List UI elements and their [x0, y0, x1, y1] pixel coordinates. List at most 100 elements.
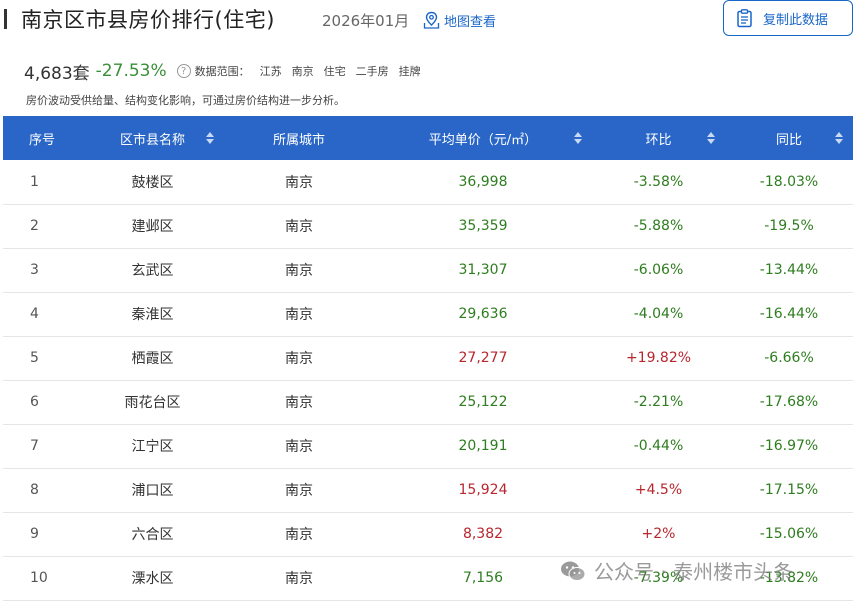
cell-city: 南京 [285, 571, 313, 587]
cell-yoy: -17.68% [759, 394, 819, 410]
scope-label: 数据范围： [194, 65, 250, 78]
cell-mom: +2% [641, 526, 676, 542]
cell-city: 南京 [285, 527, 313, 543]
cell-district: 浦口区 [131, 483, 174, 499]
map-pin-icon [423, 11, 440, 29]
table-row[interactable]: 6 雨花台区 南京 25,122 -2.21% -17.68% [3, 380, 853, 424]
table-row[interactable]: 5 栖霞区 南京 27,277 +19.82% -6.66% [3, 336, 853, 380]
cell-price: 20,191 [458, 438, 508, 454]
scope-item-city: 南京 [291, 65, 314, 78]
cell-mom: -2.21% [633, 394, 684, 410]
cell-city: 南京 [285, 439, 313, 455]
question-circle-icon[interactable]: ? [176, 64, 191, 78]
cell-mom: -6.06% [633, 262, 684, 278]
cell-yoy: -19.5% [764, 218, 814, 234]
cell-index: 8 [30, 482, 39, 498]
title-accent-bar [4, 9, 7, 29]
cell-price: 25,122 [458, 394, 508, 410]
page-title: 南京区市县房价排行(住宅) [21, 8, 275, 32]
cell-district: 栖霞区 [131, 351, 174, 367]
cell-district: 六合区 [131, 527, 174, 543]
report-date: 2026年01月 [322, 12, 410, 30]
column-header-yoy[interactable]: 同比 [725, 116, 853, 160]
cell-district: 建邺区 [131, 219, 174, 235]
sort-arrows-icon[interactable] [835, 132, 843, 144]
cell-district: 江宁区 [131, 439, 174, 455]
cell-price: 8,382 [462, 526, 504, 542]
sort-arrows-icon[interactable] [206, 132, 214, 144]
table-row[interactable]: 2 建邺区 南京 35,359 -5.88% -19.5% [3, 204, 853, 248]
cell-mom: -3.58% [633, 173, 684, 190]
cell-city: 南京 [285, 263, 313, 279]
cell-index: 10 [30, 570, 48, 586]
cell-district: 鼓楼区 [131, 174, 174, 191]
table-row[interactable]: 7 江宁区 南京 20,191 -0.44% -16.97% [3, 424, 853, 468]
column-header-price[interactable]: 平均单价（元/㎡） [374, 116, 592, 160]
cell-mom: +4.5% [634, 482, 683, 498]
cell-yoy: -6.66% [764, 350, 814, 366]
cell-mom: -4.04% [633, 306, 684, 322]
cell-price: 15,924 [458, 482, 508, 498]
copy-button-label: 复制此数据 [763, 12, 829, 28]
cell-yoy: -16.44% [759, 306, 819, 322]
cell-price: 27,277 [458, 350, 508, 366]
cell-city: 南京 [285, 174, 313, 191]
column-header-district[interactable]: 区市县名称 [81, 116, 224, 160]
cell-index: 9 [30, 526, 39, 542]
column-header-index: 序号 [28, 132, 55, 148]
cell-city: 南京 [285, 307, 313, 323]
cell-district: 秦淮区 [131, 307, 174, 323]
cell-index: 4 [30, 306, 39, 322]
price-note: 房价波动受供给量、结构变化影响，可通过房价结构进一步分析。 [26, 94, 345, 107]
watermark-text: 公众号 · 泰州楼市头条 [594, 560, 794, 584]
sort-arrows-icon[interactable] [707, 132, 715, 144]
cell-index: 6 [30, 394, 39, 410]
sort-arrows-icon[interactable] [574, 132, 582, 144]
cell-district: 雨花台区 [124, 395, 181, 411]
district-price-table: 序号 区市县名称 所属城市 平均单价（元/㎡） 环比 同比 1 鼓楼区 南京 36,9… [3, 116, 853, 601]
cell-price: 31,307 [458, 262, 508, 278]
table-header-row: 序号 区市县名称 所属城市 平均单价（元/㎡） 环比 同比 [3, 116, 853, 160]
cell-yoy: -13.44% [759, 262, 819, 278]
count-change: -27.53% [95, 61, 167, 81]
cell-mom: +19.82% [625, 350, 692, 366]
listing-count: 4,683套 [24, 63, 90, 84]
cell-mom: -0.44% [633, 438, 684, 454]
cell-index: 7 [30, 438, 39, 454]
table-row[interactable]: 1 鼓楼区 南京 36,998 -3.58% -18.03% [3, 160, 853, 204]
wechat-icon [561, 561, 586, 581]
scope-item-market: 二手房 [355, 65, 389, 78]
cell-city: 南京 [285, 395, 313, 411]
cell-yoy: -17.15% [759, 482, 819, 498]
copy-data-button[interactable]: 复制此数据 [723, 0, 853, 36]
table-row[interactable]: 3 玄武区 南京 31,307 -6.06% -13.44% [3, 248, 853, 292]
table-row[interactable]: 8 浦口区 南京 15,924 +4.5% -17.15% [3, 468, 853, 512]
cell-district: 溧水区 [131, 571, 174, 587]
cell-index: 1 [30, 173, 39, 190]
cell-city: 南京 [285, 219, 313, 235]
scope-item-source: 挂牌 [398, 65, 421, 78]
scope-item-province: 江苏 [259, 65, 282, 78]
cell-index: 3 [30, 262, 39, 278]
column-header-city: 所属城市 [272, 132, 325, 148]
cell-price: 35,359 [458, 218, 508, 234]
table-row[interactable]: 9 六合区 南京 8,382 +2% -15.06% [3, 512, 853, 556]
table-body: 1 鼓楼区 南京 36,998 -3.58% -18.03% 2 建邺区 南京 35,359 -5.… [3, 160, 853, 600]
map-link-label: 地图查看 [444, 14, 497, 30]
cell-mom: -5.88% [633, 218, 684, 234]
clipboard-icon [737, 8, 752, 27]
cell-district: 玄武区 [131, 263, 174, 279]
cell-index: 2 [30, 218, 39, 234]
column-header-mom[interactable]: 环比 [592, 116, 725, 160]
summary-bar: 4,683套 -27.53% ? 数据范围： 江苏 南京 住宅 二手房 挂牌 [24, 58, 421, 84]
table-row[interactable]: 4 秦淮区 南京 29,636 -4.04% -16.44% [3, 292, 853, 336]
scope-item-type: 住宅 [323, 65, 346, 78]
cell-price: 29,636 [458, 306, 508, 322]
cell-price: 36,998 [458, 173, 508, 190]
cell-city: 南京 [285, 351, 313, 367]
cell-yoy: -18.03% [759, 173, 819, 190]
cell-yoy: -16.97% [759, 438, 819, 454]
map-view-link[interactable]: 地图查看 [423, 10, 496, 30]
cell-city: 南京 [285, 483, 313, 499]
watermark: 公众号 · 泰州楼市头条 [560, 556, 793, 585]
